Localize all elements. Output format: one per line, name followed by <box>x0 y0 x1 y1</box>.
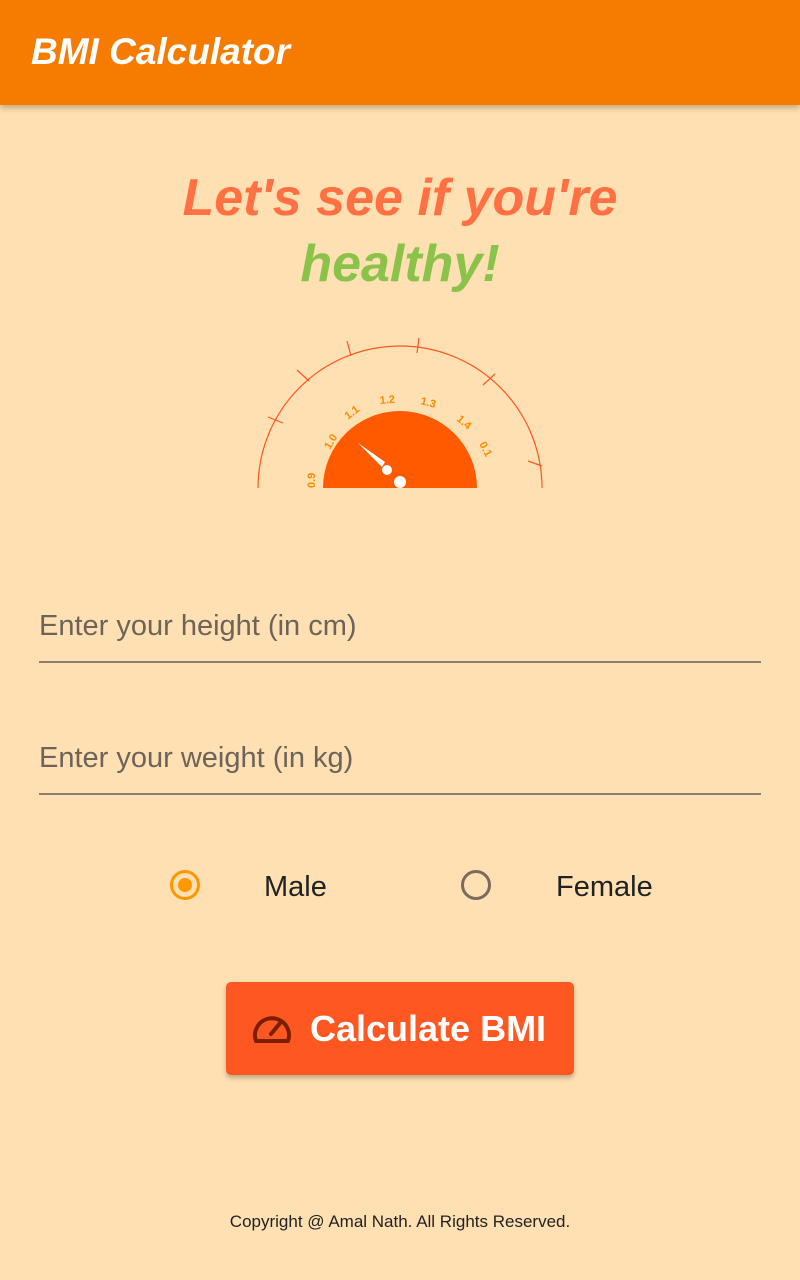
calculate-bmi-label: Calculate BMI <box>310 1008 547 1049</box>
gauge-label: 0.9 <box>306 473 318 488</box>
gender-radio-group: Male Female <box>0 862 800 914</box>
headline-line2: healthy! <box>300 235 500 293</box>
headline-line1: Let's see if you're <box>182 169 618 227</box>
speedometer-icon <box>251 1009 293 1049</box>
headline: Let's see if you're healthy! <box>0 165 800 297</box>
gauge-label: 1.1 <box>342 403 361 422</box>
gauge-label: 1.3 <box>419 395 437 411</box>
female-radio-label[interactable]: Female <box>556 870 653 904</box>
height-field[interactable] <box>39 591 761 663</box>
calculate-bmi-button[interactable]: Calculate BMI <box>226 982 574 1075</box>
copyright-footer: Copyright @ Amal Nath. All Rights Reserv… <box>229 1212 571 1231</box>
gauge-tick <box>267 416 284 424</box>
gauge-label: 0.1 <box>476 440 494 459</box>
weight-field[interactable] <box>39 723 761 795</box>
gauge-tick <box>482 373 496 386</box>
speedometer-gauge: 0.9 1.0 1.1 1.2 1.3 1.4 0.1 <box>250 330 550 490</box>
gauge-pivot <box>394 476 406 488</box>
weight-input[interactable] <box>39 733 761 783</box>
gauge-needle-dot <box>382 465 392 475</box>
gauge-graphic: 0.9 1.0 1.1 1.2 1.3 1.4 0.1 <box>257 337 543 489</box>
height-input[interactable] <box>39 601 761 651</box>
male-radio-label[interactable]: Male <box>264 870 327 904</box>
gauge-label: 1.2 <box>379 394 395 407</box>
gauge-tick <box>296 369 310 382</box>
male-radio[interactable] <box>170 870 200 900</box>
gauge-tick <box>346 340 352 357</box>
female-radio[interactable] <box>461 870 491 900</box>
app-title: BMI Calculator <box>31 31 291 72</box>
gauge-label: 1.4 <box>454 413 474 433</box>
app-bar: BMI Calculator <box>0 0 800 105</box>
gauge-tick <box>416 337 420 354</box>
